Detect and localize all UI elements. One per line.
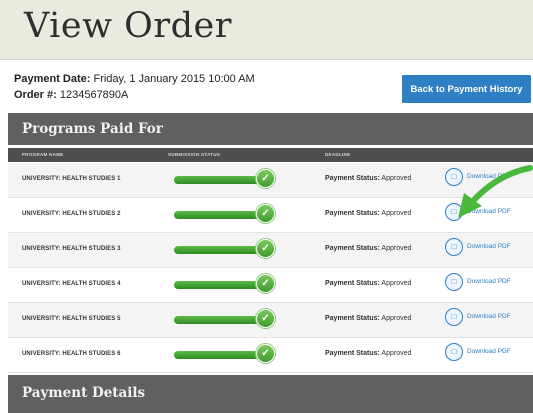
payment-date-label: Payment Date: <box>14 73 91 85</box>
column-header-deadline: DEADLINE <box>325 152 351 157</box>
payment-status: Payment Status: Approved <box>325 175 411 182</box>
program-name: UNIVERSITY: HEALTH STUDIES 6 <box>22 351 121 357</box>
page-title: View Order <box>24 6 232 46</box>
pdf-icon: □ <box>445 168 463 186</box>
submission-status-bar <box>174 316 262 324</box>
payment-date-value: Friday, 1 January 2015 10:00 AM <box>93 73 255 85</box>
order-number: Order #: 1234567890A <box>14 87 255 103</box>
payment-status-value: Approved <box>381 280 412 287</box>
order-number-value: 1234567890A <box>59 89 129 101</box>
payment-status-label: Payment Status: <box>325 280 380 287</box>
download-pdf-label: Download PDF <box>467 278 511 285</box>
payment-status: Payment Status: Approved <box>325 245 411 252</box>
table-row: UNIVERSITY: HEALTH STUDIES 4 ✓ Payment Sta… <box>8 268 533 303</box>
table-row: UNIVERSITY: HEALTH STUDIES 5 ✓ Payment Sta… <box>8 303 533 338</box>
pdf-icon: □ <box>445 343 463 361</box>
column-header-submission-status: SUBMISSION STATUS <box>168 152 221 157</box>
check-icon: ✓ <box>256 274 275 293</box>
order-number-label: Order #: <box>14 89 57 101</box>
pdf-icon: □ <box>445 203 463 221</box>
payment-status: Payment Status: Approved <box>325 315 411 322</box>
submission-status-bar <box>174 351 262 359</box>
pdf-icon: □ <box>445 308 463 326</box>
payment-status-label: Payment Status: <box>325 245 380 252</box>
back-to-payment-history-button[interactable]: Back to Payment History <box>402 75 531 103</box>
payment-status: Payment Status: Approved <box>325 350 411 357</box>
check-icon: ✓ <box>256 344 275 363</box>
payment-status-label: Payment Status: <box>325 210 380 217</box>
payment-status-value: Approved <box>381 245 412 252</box>
program-name: UNIVERSITY: HEALTH STUDIES 5 <box>22 316 121 322</box>
payment-status-label: Payment Status: <box>325 315 380 322</box>
check-icon: ✓ <box>256 239 275 258</box>
check-icon: ✓ <box>256 309 275 328</box>
payment-status-value: Approved <box>381 175 412 182</box>
table-row: UNIVERSITY: HEALTH STUDIES 6 ✓ Payment Sta… <box>8 338 533 373</box>
download-pdf-label: Download PDF <box>467 208 511 215</box>
submission-status-bar <box>174 246 262 254</box>
pdf-icon: □ <box>445 238 463 256</box>
program-name: UNIVERSITY: HEALTH STUDIES 1 <box>22 176 121 182</box>
download-pdf-label: Download PDF <box>467 348 511 355</box>
download-pdf-label: Download PDF <box>467 243 511 250</box>
submission-status-bar <box>174 211 262 219</box>
program-name: UNIVERSITY: HEALTH STUDIES 3 <box>22 246 121 252</box>
payment-details-section-header[interactable]: Payment Details <box>8 375 533 413</box>
program-name: UNIVERSITY: HEALTH STUDIES 4 <box>22 281 121 287</box>
table-row: UNIVERSITY: HEALTH STUDIES 2 ✓ Payment Sta… <box>8 198 533 233</box>
programs-section-title: Programs Paid For <box>22 121 163 137</box>
program-name: UNIVERSITY: HEALTH STUDIES 2 <box>22 211 121 217</box>
payment-status-value: Approved <box>381 315 412 322</box>
check-icon: ✓ <box>256 204 275 223</box>
column-header-program-name: PROGRAM NAME <box>22 152 64 157</box>
payment-date: Payment Date: Friday, 1 January 2015 10:… <box>14 71 255 87</box>
table-header: PROGRAM NAME SUBMISSION STATUS DEADLINE <box>8 148 533 162</box>
payment-status-label: Payment Status: <box>325 175 380 182</box>
table-row: UNIVERSITY: HEALTH STUDIES 3 ✓ Payment Sta… <box>8 233 533 268</box>
payment-status-label: Payment Status: <box>325 350 380 357</box>
table-row: UNIVERSITY: HEALTH STUDIES 1 ✓ Payment Sta… <box>8 163 533 198</box>
submission-status-bar <box>174 176 262 184</box>
programs-section-header: Programs Paid For <box>8 113 533 145</box>
payment-status-value: Approved <box>381 350 412 357</box>
download-pdf-label: Download PDF <box>467 173 511 180</box>
payment-status: Payment Status: Approved <box>325 210 411 217</box>
payment-status-value: Approved <box>381 210 412 217</box>
pdf-icon: □ <box>445 273 463 291</box>
payment-status: Payment Status: Approved <box>325 280 411 287</box>
page-header: View Order <box>0 0 533 60</box>
check-icon: ✓ <box>256 169 275 188</box>
download-pdf-label: Download PDF <box>467 313 511 320</box>
order-info: Payment Date: Friday, 1 January 2015 10:… <box>14 71 255 103</box>
submission-status-bar <box>174 281 262 289</box>
payment-details-title: Payment Details <box>22 385 146 401</box>
